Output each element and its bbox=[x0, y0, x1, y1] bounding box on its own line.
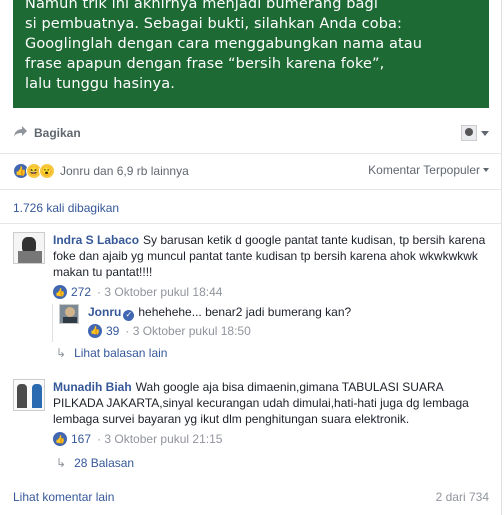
banner-line: si pembuatnya. Sebagai bukti, silahkan A… bbox=[25, 16, 402, 32]
meta-separator: · bbox=[125, 323, 133, 338]
share-button[interactable]: Bagikan bbox=[13, 125, 489, 141]
banner-line: Googlinglah dengan cara menggabungkan na… bbox=[25, 36, 423, 52]
reply-thread: Jonru ✓ hehehehe... benar2 jadi bumerang k… bbox=[52, 304, 489, 342]
page-avatar bbox=[461, 125, 477, 141]
reply-comment: Jonru ✓ hehehehe... benar2 jadi bumerang k… bbox=[59, 304, 351, 338]
comment-meta: 👍 167 · 3 Oktober pukul 21:15 bbox=[53, 432, 489, 446]
like-count[interactable]: 167 bbox=[71, 432, 91, 446]
comment-text-block: Jonru ✓ hehehehe... benar2 jadi bumerang k… bbox=[88, 304, 351, 321]
sort-label: Komentar Terpopuler bbox=[368, 163, 480, 177]
comment-body: Jonru ✓ hehehehe... benar2 jadi bumerang k… bbox=[88, 304, 351, 338]
view-more-comments-link[interactable]: Lihat komentar lain bbox=[13, 490, 114, 504]
comment-timestamp[interactable]: 3 Oktober pukul 18:44 bbox=[104, 285, 222, 299]
avatar[interactable] bbox=[13, 379, 45, 411]
comment-body: Indra S Labaco Sy barusan ketik d google … bbox=[53, 232, 489, 299]
divider bbox=[0, 153, 502, 154]
wow-reaction-icon: 😮 bbox=[39, 163, 55, 179]
reactions-summary[interactable]: Jonru dan 6,9 rb lainnya bbox=[60, 164, 189, 178]
banner-line: lalu tunggu hasinya. bbox=[25, 76, 175, 92]
reply-arrow-icon: ↳ bbox=[56, 456, 67, 470]
banner-text: Namun trik ini akhirnya menjadi bumerang… bbox=[25, 0, 422, 94]
comment-author[interactable]: Indra S Labaco bbox=[53, 233, 139, 247]
like-icon: 👍 bbox=[88, 323, 102, 338]
replies-count-label: 28 Balasan bbox=[74, 456, 135, 470]
share-label: Bagikan bbox=[34, 126, 81, 140]
reactions-bar: 👍 😆 😮 Jonru dan 6,9 rb lainnya Komentar … bbox=[13, 162, 489, 180]
like-icon: 👍 bbox=[53, 285, 67, 299]
comment-timestamp[interactable]: 3 Oktober pukul 18:50 bbox=[133, 324, 251, 338]
comment-author[interactable]: Jonru bbox=[88, 305, 121, 319]
comment-text: hehehehe... benar2 jadi bumerang kan? bbox=[138, 305, 352, 319]
meta-separator: · bbox=[97, 285, 105, 299]
view-more-replies-link[interactable]: ↳ Lihat balasan lain bbox=[56, 346, 167, 360]
comment: Munadih Biah Wah google aja bisa dimaenin… bbox=[13, 379, 489, 446]
like-icon: 👍 bbox=[53, 432, 67, 446]
share-icon bbox=[13, 125, 28, 141]
comment: Indra S Labaco Sy barusan ketik d google … bbox=[13, 232, 489, 299]
post-image-banner[interactable]: Namun trik ini akhirnya menjadi bumerang… bbox=[13, 0, 489, 108]
comment-text-block: Indra S Labaco Sy barusan ketik d google … bbox=[53, 232, 489, 280]
comment-timestamp[interactable]: 3 Oktober pukul 21:15 bbox=[104, 432, 222, 446]
comment-meta: 👍 39 · 3 Oktober pukul 18:50 bbox=[88, 323, 351, 338]
divider bbox=[0, 223, 502, 224]
divider bbox=[0, 189, 502, 190]
banner-line: Namun trik ini akhirnya menjadi bumerang… bbox=[25, 0, 378, 12]
post-actions: Bagikan bbox=[13, 125, 489, 145]
meta-separator: · bbox=[97, 432, 105, 446]
comment-body: Munadih Biah Wah google aja bisa dimaenin… bbox=[53, 379, 489, 446]
comment-pagination: 2 dari 734 bbox=[435, 490, 489, 504]
comments-footer: Lihat komentar lain 2 dari 734 bbox=[13, 490, 489, 504]
post-card: Namun trik ini akhirnya menjadi bumerang… bbox=[0, 0, 502, 515]
banner-line: frase apapun dengan frase “bersih karena… bbox=[25, 56, 385, 72]
view-replies-link[interactable]: ↳ 28 Balasan bbox=[56, 456, 134, 470]
like-count[interactable]: 39 bbox=[106, 324, 119, 338]
shares-count-link[interactable]: 1.726 kali dibagikan bbox=[13, 201, 119, 215]
more-replies-label: Lihat balasan lain bbox=[74, 346, 168, 360]
comment-text-block: Munadih Biah Wah google aja bisa dimaenin… bbox=[53, 379, 489, 427]
comment-author[interactable]: Munadih Biah bbox=[53, 380, 132, 394]
verified-badge-icon: ✓ bbox=[123, 309, 135, 321]
reaction-icons[interactable]: 👍 😆 😮 bbox=[13, 163, 55, 179]
reply-arrow-icon: ↳ bbox=[56, 346, 67, 360]
comment-sort-dropdown[interactable]: Komentar Terpopuler bbox=[368, 163, 489, 177]
avatar[interactable] bbox=[13, 232, 45, 264]
chevron-down-icon bbox=[481, 130, 489, 136]
chevron-down-icon bbox=[483, 168, 489, 172]
comment-meta: 👍 272 · 3 Oktober pukul 18:44 bbox=[53, 285, 489, 299]
like-count[interactable]: 272 bbox=[71, 285, 91, 299]
avatar[interactable] bbox=[59, 304, 79, 324]
post-as-selector[interactable] bbox=[461, 125, 489, 141]
